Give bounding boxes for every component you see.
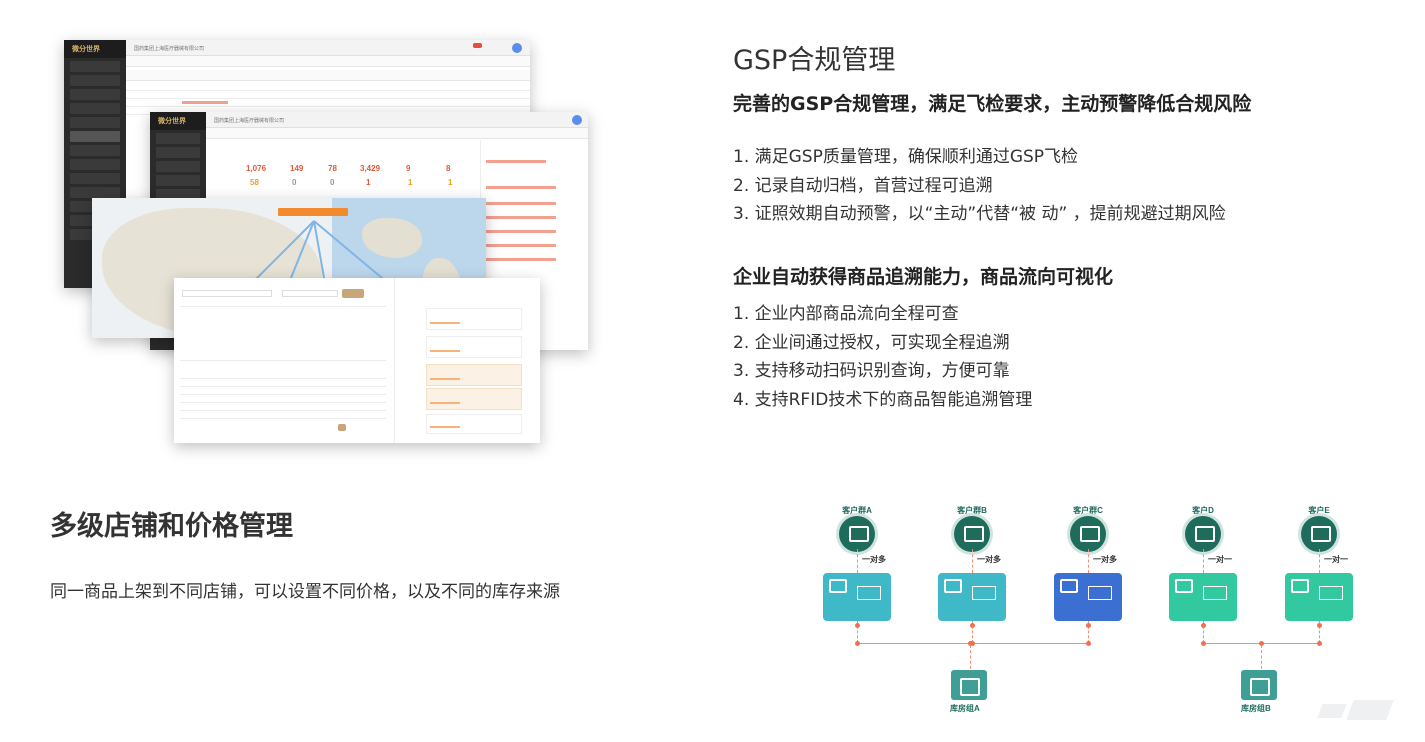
store-icon (1291, 579, 1309, 593)
list-item: 1. 满足GSP质量管理，确保顺利通过GSP飞检 (733, 147, 1079, 167)
trace-subtitle: 企业自动获得商品追溯能力，商品流向可视化 (733, 266, 1114, 288)
gsp-point-list: 1. 满足GSP质量管理，确保顺利通过GSP飞检 2. 记录自动归档，首营过程可… (733, 143, 1226, 229)
barcode-icon (1319, 586, 1343, 600)
store-card (938, 573, 1006, 621)
relation-label: 一对多 (1093, 555, 1117, 564)
store-icon (829, 579, 847, 593)
customer-group-a: 客户群A (837, 505, 877, 552)
relation-label: 一对多 (977, 555, 1001, 564)
store-card (1285, 573, 1353, 621)
customer-group-b: 客户群B (952, 505, 992, 552)
list-item: 4. 支持RFID技术下的商品智能追溯管理 (733, 389, 1033, 410)
customer-icon (954, 516, 990, 552)
store-icon (1060, 579, 1078, 593)
store-description: 同一商品上架到不同店铺，可以设置不同价格，以及不同的库存来源 (50, 582, 560, 602)
customer-e: 客户E (1299, 505, 1339, 552)
barcode-icon (1203, 586, 1227, 600)
warehouse-group-a (951, 670, 987, 700)
customer-icon (839, 516, 875, 552)
avatar[interactable] (512, 43, 522, 53)
list-item: 1. 企业内部商品流向全程可查 (733, 304, 959, 324)
customer-icon (1070, 516, 1106, 552)
company-name: 国药集团上海医疗器械有限公司 (126, 40, 530, 56)
store-card (823, 573, 891, 621)
query-button[interactable] (342, 289, 364, 298)
store-icon (1175, 579, 1193, 593)
gsp-title: GSP合规管理 (733, 45, 896, 76)
list-item: 2. 企业间通过授权，可实现全程追溯 (733, 332, 1010, 353)
decoration-shape (1317, 704, 1347, 718)
relation-label: 一对一 (1324, 555, 1348, 564)
customer-group-c: 客户群C (1068, 505, 1108, 552)
barcode-icon (1088, 586, 1112, 600)
relation-label: 一对多 (862, 555, 886, 564)
store-card (1169, 573, 1237, 621)
map-tooltip (278, 208, 348, 216)
trace-code-input[interactable] (182, 290, 272, 297)
notification-badge (473, 43, 482, 48)
company-name: 国药集团上海医疗器械有限公司 (206, 112, 588, 128)
trace-detail-window (174, 278, 540, 443)
gsp-subtitle: 完善的GSP合规管理，满足飞检要求，主动预警降低合规风险 (733, 93, 1252, 115)
logo: 微分世界 (64, 40, 126, 58)
trace-point-list: 1. 企业内部商品流向全程可查 2. 企业间通过授权，可实现全程追溯 3. 支持… (733, 300, 1032, 414)
customer-icon (1185, 516, 1221, 552)
warehouse-label: 库房组A (950, 704, 980, 713)
list-item: 2. 记录自动归档，首营过程可追溯 (733, 175, 993, 196)
relation-label: 一对一 (1208, 555, 1232, 564)
warehouse-label: 库房组B (1241, 704, 1271, 713)
barcode-icon (972, 586, 996, 600)
list-item: 3. 支持移动扫码识别查询，方便可靠 (733, 361, 1010, 381)
store-card (1054, 573, 1122, 621)
barcode-icon (857, 586, 881, 600)
warehouse-icon (951, 670, 987, 700)
customer-d: 客户D (1183, 505, 1223, 552)
customer-icon (1301, 516, 1337, 552)
avatar[interactable] (572, 115, 582, 125)
warehouse-group-b (1241, 670, 1277, 700)
store-title: 多级店铺和价格管理 (50, 511, 293, 542)
store-icon (944, 579, 962, 593)
logo: 微分世界 (150, 112, 206, 130)
warehouse-icon (1241, 670, 1277, 700)
list-item: 3. 证照效期自动预警，以“主动”代替“被 动” ，提前规避过期风险 (733, 204, 1226, 224)
decoration-shape (1346, 700, 1394, 720)
